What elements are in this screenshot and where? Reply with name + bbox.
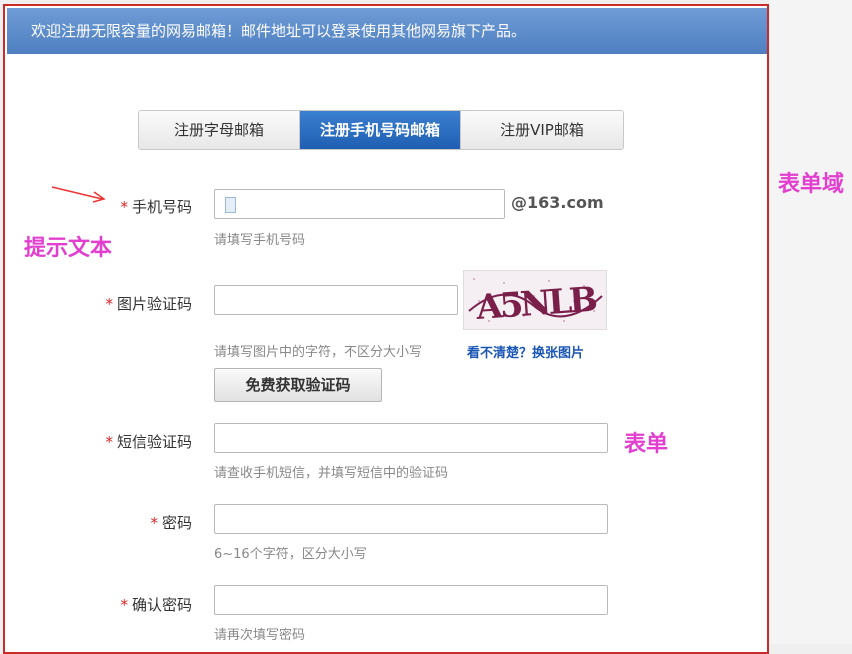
captcha-image[interactable]: A5NLB (463, 270, 607, 330)
tab-vip-mailbox[interactable]: 注册VIP邮箱 (461, 111, 623, 149)
phone-input[interactable] (214, 189, 505, 219)
password-hint: 6~16个字符，区分大小写 (214, 547, 367, 562)
sms-code-label-text: 短信验证码 (116, 433, 192, 451)
password-input[interactable] (214, 504, 608, 534)
get-sms-code-button[interactable]: 免费获取验证码 (214, 368, 382, 402)
required-star: * (105, 433, 113, 451)
annotation-form-field: 表单域 (778, 172, 845, 197)
refresh-captcha-link[interactable]: 看不清楚？换张图片 (467, 342, 584, 361)
phone-label-text: 手机号码 (131, 198, 192, 216)
sms-code-input[interactable] (214, 423, 608, 453)
password-label-text: 密码 (161, 514, 192, 532)
tab-phone-mailbox[interactable]: 注册手机号码邮箱 (300, 111, 461, 149)
image-code-hint: 请填写图片中的字符，不区分大小写 (214, 345, 423, 360)
confirm-password-label-text: 确认密码 (131, 596, 192, 614)
password-label: * 密码 (72, 512, 192, 533)
image-code-input[interactable] (214, 285, 458, 315)
register-tabs: 注册字母邮箱 注册手机号码邮箱 注册VIP邮箱 (138, 110, 624, 150)
annotation-arrow-icon (51, 186, 106, 203)
required-star: * (150, 514, 158, 532)
required-star: * (120, 198, 128, 216)
confirm-password-hint: 请再次填写密码 (214, 628, 306, 643)
annotation-prompt-text: 提示文本 (24, 236, 113, 261)
domain-suffix: @163.com (511, 193, 604, 212)
image-code-label-text: 图片验证码 (116, 295, 192, 313)
sms-code-hint: 请查收手机短信，并填写短信中的验证码 (214, 466, 449, 481)
image-code-label: * 图片验证码 (72, 293, 192, 314)
required-star: * (105, 295, 113, 313)
phone-hint: 请填写手机号码 (214, 233, 306, 248)
text-cursor-icon (225, 197, 236, 213)
captcha-graphic: A5NLB (468, 278, 603, 328)
annotation-form: 表单 (624, 432, 669, 457)
sms-code-label: * 短信验证码 (72, 431, 192, 452)
form-area-frame: 欢迎注册无限容量的网易邮箱！邮件地址可以登录使用其他网易旗下产品。 (3, 4, 769, 654)
required-star: * (120, 596, 128, 614)
welcome-banner: 欢迎注册无限容量的网易邮箱！邮件地址可以登录使用其他网易旗下产品。 (7, 8, 767, 54)
confirm-password-input[interactable] (214, 585, 608, 615)
confirm-password-label: * 确认密码 (72, 594, 192, 615)
right-gutter (769, 0, 852, 644)
captcha-text: A5NLB (474, 280, 598, 328)
tab-letter-mailbox[interactable]: 注册字母邮箱 (139, 111, 300, 149)
